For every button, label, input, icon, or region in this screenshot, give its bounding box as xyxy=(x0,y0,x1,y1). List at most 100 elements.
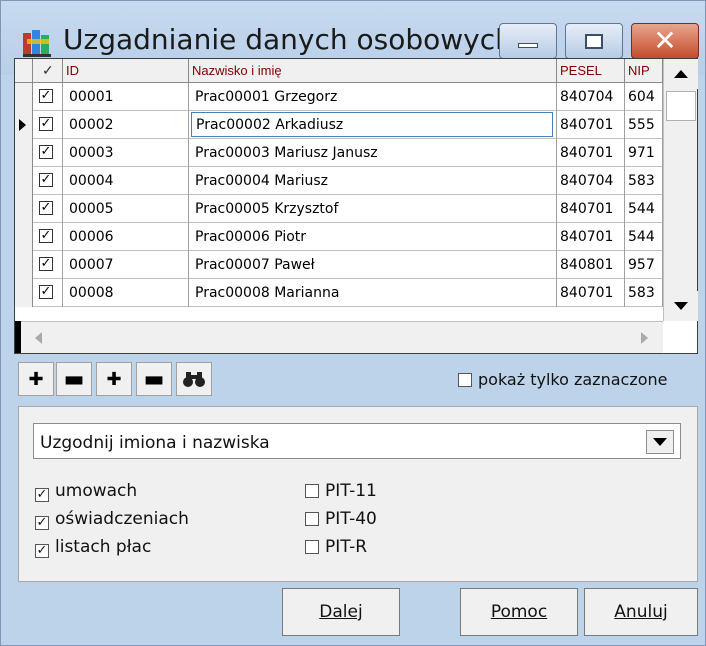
id-cell[interactable]: 00001 xyxy=(63,83,189,111)
scroll-down-button[interactable] xyxy=(664,291,698,321)
table-row[interactable]: ✓ 00005 Prac00005 Krzysztof 840701 544 xyxy=(15,195,663,223)
row-indicator[interactable] xyxy=(15,223,33,251)
row-indicator[interactable] xyxy=(15,111,33,139)
table-row[interactable]: ✓ 00004 Prac00004 Mariusz 840704 583 xyxy=(15,167,663,195)
nip-cell[interactable]: 957 xyxy=(625,251,663,279)
scroll-thumb[interactable] xyxy=(666,91,696,121)
scroll-right-button[interactable] xyxy=(631,326,657,350)
delete-record-button[interactable]: ▬ xyxy=(56,362,92,396)
name-cell[interactable]: Prac00007 Paweł xyxy=(189,251,557,279)
name-cell[interactable]: Prac00004 Mariusz xyxy=(189,167,557,195)
row-indicator[interactable] xyxy=(15,83,33,111)
show-checked-only-checkbox[interactable]: pokaż tylko zaznaczone xyxy=(458,370,668,389)
table-row[interactable]: ✓ 00007 Prac00007 Paweł 840801 957 xyxy=(15,251,663,279)
document-checkbox[interactable]: ✓ umowach xyxy=(35,481,137,502)
nip-cell[interactable]: 971 xyxy=(625,139,663,167)
add-all-button[interactable]: ✚ xyxy=(96,362,132,396)
horizontal-scrollbar[interactable] xyxy=(21,321,663,353)
header-nip-col[interactable]: NIP xyxy=(625,59,663,82)
id-cell[interactable]: 00008 xyxy=(63,279,189,307)
name-cell[interactable]: Prac00006 Piotr xyxy=(189,223,557,251)
vertical-scrollbar[interactable] xyxy=(663,59,698,321)
delete-all-button[interactable]: ▬ xyxy=(136,362,172,396)
id-cell[interactable]: 00006 xyxy=(63,223,189,251)
document-checkbox[interactable]: ✓ oświadczeniach xyxy=(35,509,189,530)
add-record-button[interactable]: ✚ xyxy=(18,362,54,396)
reconcile-mode-select[interactable]: Uzgodnij imiona i nazwiska xyxy=(33,423,681,459)
dropdown-button[interactable] xyxy=(646,430,674,454)
close-button[interactable]: ✕ xyxy=(631,23,699,59)
maximize-button[interactable] xyxy=(565,23,623,59)
row-checkbox-cell[interactable]: ✓ xyxy=(33,195,63,223)
id-cell[interactable]: 00004 xyxy=(63,167,189,195)
row-checkbox-cell[interactable]: ✓ xyxy=(33,111,63,139)
header-check-col[interactable]: ✓ xyxy=(33,59,63,82)
id-cell[interactable]: 00003 xyxy=(63,139,189,167)
document-checkbox[interactable]: PIT-11 xyxy=(305,481,377,501)
employee-grid[interactable]: ✓ ID Nazwisko i imię PESEL NIP ✓ 00001 Pra… xyxy=(14,58,698,354)
row-checkbox-cell[interactable]: ✓ xyxy=(33,251,63,279)
next-button[interactable]: Dalej xyxy=(282,588,400,636)
name-cell[interactable]: Prac00008 Marianna xyxy=(189,279,557,307)
nip-cell[interactable]: 583 xyxy=(625,279,663,307)
row-checkbox-cell[interactable]: ✓ xyxy=(33,223,63,251)
row-checkbox-cell[interactable]: ✓ xyxy=(33,83,63,111)
pesel-cell[interactable]: 840704 xyxy=(557,167,625,195)
scroll-up-button[interactable] xyxy=(664,59,698,89)
row-checkbox[interactable]: ✓ xyxy=(39,201,53,215)
document-checkbox[interactable]: PIT-40 xyxy=(305,509,377,529)
row-checkbox[interactable]: ✓ xyxy=(39,145,53,159)
header-pesel-col[interactable]: PESEL xyxy=(557,59,625,82)
checkbox-box xyxy=(305,540,319,554)
find-button[interactable] xyxy=(176,362,212,396)
table-row[interactable]: ✓ 00003 Prac00003 Mariusz Janusz 840701 971 xyxy=(15,139,663,167)
id-cell[interactable]: 00005 xyxy=(63,195,189,223)
nip-cell[interactable]: 544 xyxy=(625,195,663,223)
row-checkbox[interactable]: ✓ xyxy=(39,89,53,103)
pesel-cell[interactable]: 840701 xyxy=(557,279,625,307)
name-cell[interactable]: Prac00005 Krzysztof xyxy=(189,195,557,223)
pesel-cell[interactable]: 840701 xyxy=(557,223,625,251)
scroll-left-button[interactable] xyxy=(25,326,51,350)
nip-cell[interactable]: 544 xyxy=(625,223,663,251)
pesel-cell[interactable]: 840701 xyxy=(557,195,625,223)
table-row[interactable]: ✓ 00001 Prac00001 Grzegorz 840704 604 xyxy=(15,83,663,111)
table-row[interactable]: ✓ 00008 Prac00008 Marianna 840701 583 xyxy=(15,279,663,307)
name-cell[interactable]: Prac00003 Mariusz Janusz xyxy=(189,139,557,167)
pesel-cell[interactable]: 840801 xyxy=(557,251,625,279)
nip-cell[interactable]: 604 xyxy=(625,83,663,111)
row-checkbox[interactable]: ✓ xyxy=(39,173,53,187)
nip-cell[interactable]: 555 xyxy=(625,111,663,139)
row-indicator[interactable] xyxy=(15,139,33,167)
nip-cell[interactable]: 583 xyxy=(625,167,663,195)
row-checkbox[interactable]: ✓ xyxy=(39,257,53,271)
row-checkbox-cell[interactable]: ✓ xyxy=(33,279,63,307)
document-checkbox[interactable]: ✓ listach płac xyxy=(35,537,151,558)
row-indicator[interactable] xyxy=(15,251,33,279)
cancel-button[interactable]: Anuluj xyxy=(584,588,698,636)
pesel-cell[interactable]: 840704 xyxy=(557,83,625,111)
table-row[interactable]: ✓ 00006 Prac00006 Piotr 840701 544 xyxy=(15,223,663,251)
row-indicator[interactable] xyxy=(15,167,33,195)
row-checkbox-cell[interactable]: ✓ xyxy=(33,139,63,167)
table-row[interactable]: ✓ 00002 Prac00002 Arkadiusz 840701 555 xyxy=(15,111,663,139)
name-cell[interactable]: Prac00002 Arkadiusz xyxy=(189,111,557,139)
name-cell[interactable]: Prac00001 Grzegorz xyxy=(189,83,557,111)
header-id-col[interactable]: ID xyxy=(63,59,189,82)
header-name-col[interactable]: Nazwisko i imię xyxy=(189,59,557,82)
row-indicator[interactable] xyxy=(15,195,33,223)
checkbox-label: PIT-11 xyxy=(325,481,377,501)
row-checkbox[interactable]: ✓ xyxy=(39,285,53,299)
pesel-cell[interactable]: 840701 xyxy=(557,139,625,167)
document-checkbox[interactable]: PIT-R xyxy=(305,537,367,557)
pesel-cell[interactable]: 840701 xyxy=(557,111,625,139)
id-cell[interactable]: 00002 xyxy=(63,111,189,139)
row-checkbox[interactable]: ✓ xyxy=(39,117,53,131)
id-cell[interactable]: 00007 xyxy=(63,251,189,279)
row-indicator[interactable] xyxy=(15,279,33,307)
name-cell-editor[interactable]: Prac00002 Arkadiusz xyxy=(191,112,553,137)
row-checkbox-cell[interactable]: ✓ xyxy=(33,167,63,195)
row-checkbox[interactable]: ✓ xyxy=(39,229,53,243)
help-button[interactable]: Pomoc xyxy=(460,588,578,636)
minimize-button[interactable] xyxy=(499,23,557,59)
